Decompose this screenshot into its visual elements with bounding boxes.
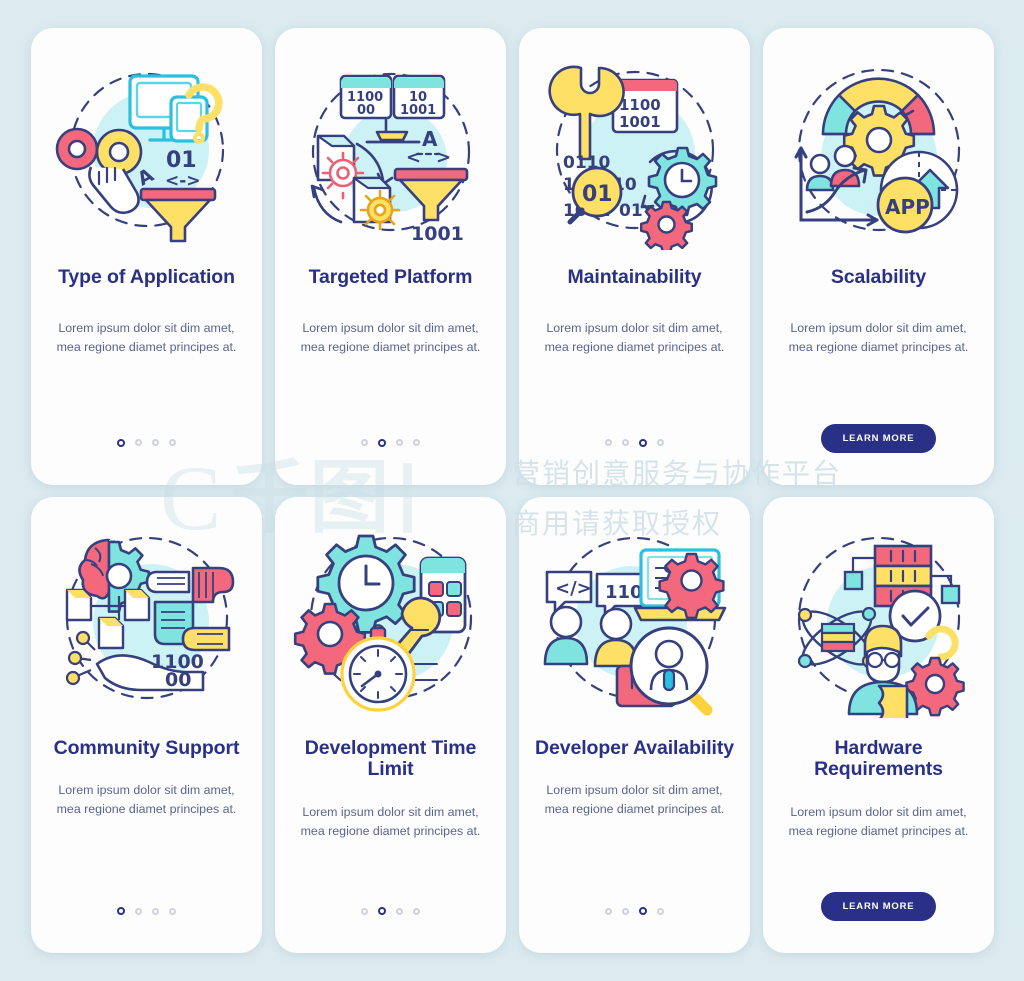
svg-text:00: 00 bbox=[357, 103, 375, 118]
pagination-dot-3[interactable] bbox=[639, 907, 647, 915]
onboarding-card-community-support[interactable]: 1100 00 Community Support Lorem ipsum do… bbox=[31, 496, 262, 953]
svg-text:01: 01 bbox=[166, 148, 197, 173]
learn-more-button[interactable]: LEARN MORE bbox=[820, 423, 937, 453]
pagination-dot-2[interactable] bbox=[622, 907, 629, 915]
pagination-dot-2[interactable] bbox=[378, 438, 386, 447]
card-title: Hardware Requirements bbox=[814, 736, 943, 781]
onboarding-card-development-time-limit[interactable]: Development Time Limit Lorem ipsum dolor… bbox=[275, 496, 506, 953]
card-description: Lorem ipsum dolor sit dim amet, mea regi… bbox=[300, 320, 481, 354]
pagination-dot-1[interactable] bbox=[605, 439, 612, 446]
pagination-dot-4[interactable] bbox=[169, 907, 176, 915]
pagination-dot-4[interactable] bbox=[657, 439, 664, 446]
card-description: Lorem ipsum dolor sit dim amet, mea regi… bbox=[56, 320, 237, 354]
onboarding-screens-grid: 01 A <-> Type of Application Lorem ipsum… bbox=[0, 0, 1024, 981]
card-description: Lorem ipsum dolor sit dim amet, mea regi… bbox=[788, 805, 969, 838]
onboarding-card-type-of-application[interactable]: 01 A <-> Type of Application Lorem ipsum… bbox=[31, 28, 262, 485]
card-description: Lorem ipsum dolor sit dim amet, mea regi… bbox=[544, 783, 725, 817]
card-description: Lorem ipsum dolor sit dim amet, mea regi… bbox=[56, 783, 237, 817]
monitor-cursor-funnel-icon: 01 A <-> bbox=[31, 28, 262, 263]
pagination-dot-1[interactable] bbox=[605, 907, 612, 915]
pagination-dot-1[interactable] bbox=[117, 907, 125, 915]
onboarding-card-scalability[interactable]: APP Scalability Lorem ipsum dolor sit di… bbox=[763, 28, 994, 485]
pagination-dots[interactable] bbox=[117, 438, 176, 447]
svg-text:1001: 1001 bbox=[411, 223, 464, 245]
svg-text:>: > bbox=[436, 147, 451, 168]
svg-text:<: < bbox=[406, 147, 421, 168]
card-title: Targeted Platform bbox=[308, 266, 473, 288]
onboarding-card-targeted-platform[interactable]: 1100 00 10 1001 A < > 1001 Targeted Plat… bbox=[275, 28, 506, 485]
svg-text:1001: 1001 bbox=[400, 103, 436, 118]
server-atom-engineer-icon bbox=[763, 497, 994, 732]
onboarding-card-hardware-requirements[interactable]: Hardware Requirements Lorem ipsum dolor … bbox=[763, 496, 994, 953]
svg-text:</>: </> bbox=[555, 578, 592, 599]
card-description: Lorem ipsum dolor sit dim amet, mea regi… bbox=[544, 320, 725, 354]
card-title: Scalability bbox=[830, 266, 927, 288]
svg-text:1100: 1100 bbox=[619, 96, 661, 114]
svg-text:1001: 1001 bbox=[619, 113, 661, 131]
svg-text:00: 00 bbox=[165, 669, 191, 691]
card-title: Maintainability bbox=[567, 266, 702, 288]
brain-hands-teamwork-icon: 1100 00 bbox=[31, 497, 262, 732]
pagination-dot-3[interactable] bbox=[396, 907, 403, 915]
pagination-dot-3[interactable] bbox=[152, 439, 159, 446]
svg-text:APP: APP bbox=[885, 195, 930, 219]
pagination-dot-2[interactable] bbox=[622, 439, 629, 446]
pagination-dots[interactable] bbox=[117, 907, 176, 915]
binary-monitor-files-funnel-icon: 1100 00 10 1001 A < > 1001 bbox=[275, 28, 506, 263]
pagination-dot-4[interactable] bbox=[657, 907, 664, 915]
pagination-dot-3[interactable] bbox=[152, 907, 159, 915]
onboarding-card-maintainability[interactable]: 1100 1001 0110 10 10 1001 01 01 bbox=[519, 28, 750, 485]
card-description: Lorem ipsum dolor sit dim amet, mea regi… bbox=[788, 320, 969, 354]
pagination-dot-4[interactable] bbox=[413, 907, 420, 915]
pagination-dot-1[interactable] bbox=[361, 907, 368, 915]
pagination-dot-3[interactable] bbox=[396, 439, 403, 446]
pagination-dots[interactable] bbox=[605, 438, 664, 447]
pagination-dot-3[interactable] bbox=[639, 438, 647, 447]
gear-clock-stopwatch-wrench-icon bbox=[275, 497, 506, 732]
card-description: Lorem ipsum dolor sit dim amet, mea regi… bbox=[300, 805, 481, 838]
pagination-dot-1[interactable] bbox=[117, 438, 125, 447]
pagination-dots[interactable] bbox=[361, 438, 420, 447]
pagination-dot-1[interactable] bbox=[361, 439, 368, 446]
wrench-binary-gear-clock-icon: 1100 1001 0110 10 10 1001 01 01 bbox=[519, 28, 750, 263]
pagination-dot-2[interactable] bbox=[135, 439, 142, 446]
developers-laptop-search-icon: </> 110 bbox=[519, 497, 750, 732]
svg-text:110: 110 bbox=[605, 582, 643, 603]
card-title: Developer Availability bbox=[534, 736, 735, 759]
gauge-growth-app-icon: APP bbox=[763, 28, 994, 263]
svg-text:01: 01 bbox=[582, 182, 613, 207]
card-title: Community Support bbox=[53, 736, 240, 759]
card-title: Development Time Limit bbox=[304, 736, 477, 781]
pagination-dot-2[interactable] bbox=[135, 907, 142, 915]
pagination-dot-4[interactable] bbox=[413, 439, 420, 446]
onboarding-card-developer-availability[interactable]: </> 110 Developer Availability Lorem ips… bbox=[519, 496, 750, 953]
pagination-dots[interactable] bbox=[605, 907, 664, 915]
pagination-dots[interactable] bbox=[361, 907, 420, 915]
svg-text:01: 01 bbox=[619, 201, 643, 221]
learn-more-button[interactable]: LEARN MORE bbox=[820, 892, 937, 921]
pagination-dot-2[interactable] bbox=[378, 907, 386, 915]
card-title: Type of Application bbox=[58, 266, 235, 288]
pagination-dot-4[interactable] bbox=[169, 439, 176, 446]
